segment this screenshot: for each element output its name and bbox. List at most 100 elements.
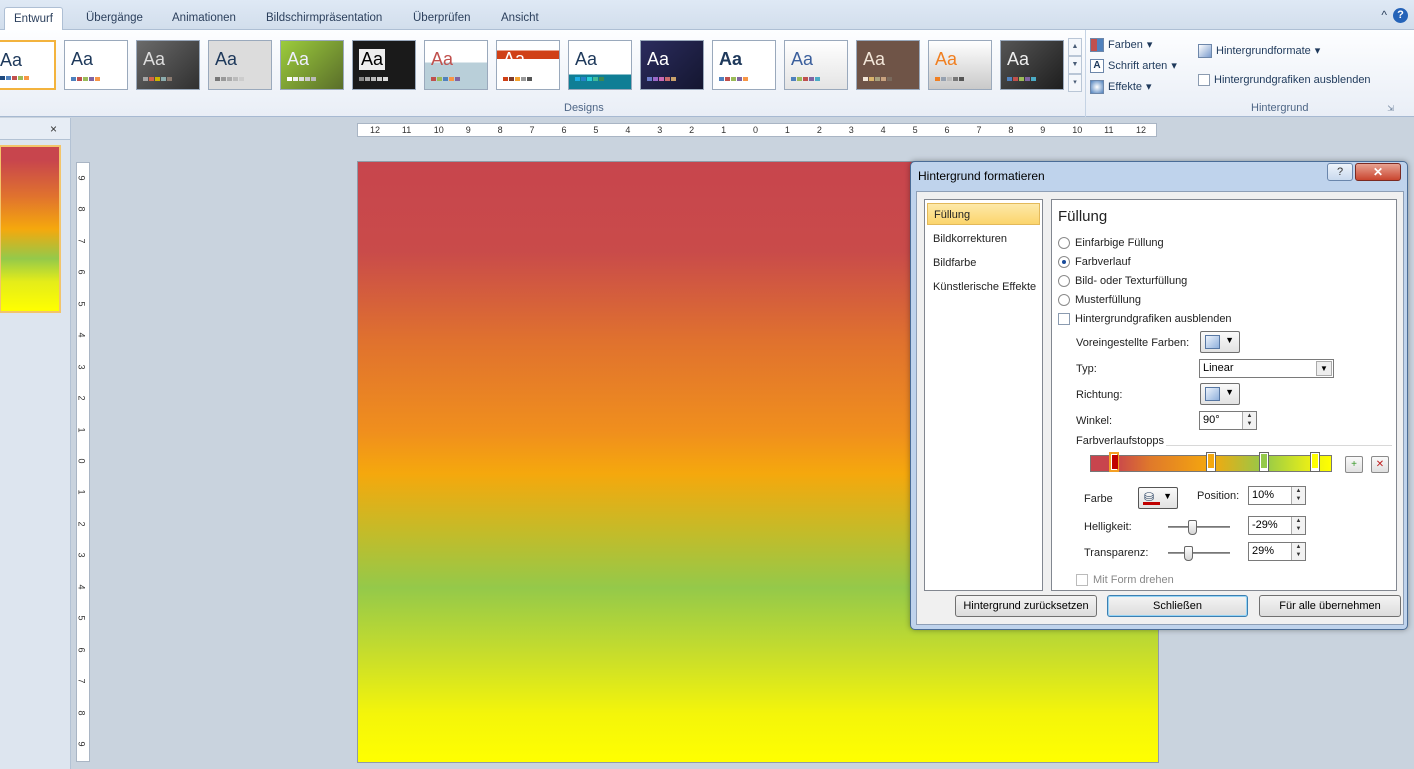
transparency-label: Transparenz: (1084, 547, 1149, 559)
theme-newsprint[interactable]: Aa (208, 40, 272, 90)
ruler-h-label: 4 (625, 125, 631, 135)
fonts-button[interactable]: A Schrift arten ▾ (1090, 55, 1177, 76)
option-pattern-fill[interactable]: Musterfüllung (1058, 294, 1141, 306)
theme-orange[interactable]: Aa (928, 40, 992, 90)
ruler-h-label: 7 (976, 125, 982, 135)
ruler-h-label: 11 (401, 125, 412, 135)
direction-dropdown[interactable]: ▼ (1200, 383, 1240, 405)
effects-button[interactable]: Effekte ▾ (1090, 76, 1177, 97)
ruler-h-label: 10 (433, 125, 444, 135)
theme-gray[interactable]: Aa (136, 40, 200, 90)
option-gradient-fill[interactable]: Farbverlauf (1058, 256, 1131, 268)
nav-bildkorrekturen[interactable]: Bildkorrekturen (927, 228, 1040, 250)
tab-ansicht[interactable]: Ansicht (492, 7, 548, 30)
fonts-icon: A (1090, 58, 1104, 73)
ruler-h-label: 6 (561, 125, 567, 135)
ruler-h-label: 3 (657, 125, 663, 135)
nav-bildfarbe[interactable]: Bildfarbe (927, 252, 1040, 274)
theme-office[interactable]: Aa (0, 40, 56, 90)
option-picture-fill[interactable]: Bild- oder Texturfüllung (1058, 275, 1187, 287)
dialog-launcher-icon[interactable]: ⇲ (1387, 104, 1394, 113)
theme-dark-blue[interactable]: Aa (640, 40, 704, 90)
apply-to-all-button[interactable]: Für alle übernehmen (1259, 595, 1401, 617)
hide-graphics-checkbox[interactable] (1198, 73, 1210, 86)
minimize-ribbon-icon[interactable]: ^ (1381, 8, 1387, 23)
angle-input[interactable]: 90° ▲ ▼ (1199, 411, 1257, 430)
slide-thumbnail[interactable] (0, 145, 61, 313)
colors-button[interactable]: Farben ▾ (1090, 34, 1177, 55)
background-formats-icon (1198, 43, 1212, 58)
theme-charcoal[interactable]: Aa (1000, 40, 1064, 90)
option-solid-fill[interactable]: Einfarbige Füllung (1058, 237, 1164, 249)
option-hide-graphics[interactable]: Hintergrundgrafiken ausblenden (1058, 313, 1232, 325)
ruler-v-label: 4 (76, 332, 87, 338)
ruler-v-label: 2 (76, 521, 87, 527)
theme-paper[interactable]: Aa (424, 40, 488, 90)
add-stop-icon[interactable]: + (1345, 456, 1363, 473)
angle-label: Winkel: (1076, 415, 1113, 427)
ruler-h-label: 0 (753, 125, 759, 135)
tab-animationen[interactable]: Animationen (163, 7, 245, 30)
hide-background-graphics[interactable]: Hintergrundgrafiken ausblenden (1198, 69, 1371, 90)
preset-colors-dropdown[interactable]: ▼ (1200, 331, 1240, 353)
tab-uebergaenge[interactable]: Übergänge (77, 7, 152, 30)
color-picker-button[interactable]: ⛁ ▼ (1138, 487, 1178, 509)
background-group: Hintergrundformate ▾ Hintergrundgrafiken … (1190, 30, 1414, 117)
theme-bold[interactable]: Aa (712, 40, 776, 90)
pane-header (0, 118, 70, 140)
ruler-h-label: 6 (944, 125, 950, 135)
brightness-slider-knob[interactable] (1187, 520, 1197, 535)
gallery-more-icon[interactable]: ▾ (1068, 74, 1082, 92)
gallery-up-icon[interactable]: ▲ (1068, 38, 1082, 56)
theme-teal[interactable]: Aa (568, 40, 632, 90)
ruler-h-label: 2 (816, 125, 822, 135)
tab-ueberpruefen[interactable]: Überprüfen (404, 7, 480, 30)
ruler-h-label: 9 (465, 125, 471, 135)
tab-bildschirmpraesentation[interactable]: Bildschirmpräsentation (257, 7, 391, 30)
brightness-slider[interactable] (1168, 520, 1230, 535)
ruler-v-label: 3 (76, 552, 87, 558)
dialog-help-icon[interactable]: ? (1327, 163, 1353, 181)
theme-black-frame[interactable]: Aa (352, 40, 416, 90)
close-pane-icon[interactable]: × (50, 122, 57, 136)
ruler-h-label: 1 (784, 125, 790, 135)
close-button[interactable]: Schließen (1107, 595, 1248, 617)
gallery-down-icon[interactable]: ▼ (1068, 56, 1082, 74)
gradient-stop-handle[interactable] (1259, 452, 1270, 472)
reset-background-button[interactable]: Hintergrund zurücksetzen (955, 595, 1097, 617)
gradient-stop-handle[interactable] (1109, 452, 1120, 472)
ruler-v-label: 6 (76, 647, 87, 653)
transparency-input[interactable]: 29% ▲ ▼ (1248, 542, 1306, 561)
position-input[interactable]: 10% ▲ ▼ (1248, 486, 1306, 505)
gradient-stop-handle[interactable] (1206, 452, 1216, 472)
nav-kuenstlerische-effekte[interactable]: Künstlerische Effekte (927, 276, 1040, 298)
theme-green[interactable]: Aa (280, 40, 344, 90)
theme-red-band[interactable]: Aa (496, 40, 560, 90)
ruler-v-label: 7 (76, 238, 87, 244)
ruler-v-label: 9 (76, 175, 87, 181)
transparency-slider[interactable] (1168, 546, 1230, 561)
background-formats-button[interactable]: Hintergrundformate ▾ (1198, 40, 1320, 61)
nav-fuellung[interactable]: Füllung (927, 203, 1040, 225)
theme-brown[interactable]: Aa (856, 40, 920, 90)
ruler-v-label: 1 (76, 489, 87, 495)
ruler-v-label: 5 (76, 301, 87, 307)
gradient-stops-label: Farbverlaufstopps (1076, 435, 1165, 447)
help-icon[interactable]: ? (1393, 8, 1408, 23)
type-select[interactable]: Linear ▼ (1199, 359, 1334, 378)
tab-entwurf[interactable]: Entwurf (4, 7, 63, 31)
ruler-h-label: 2 (689, 125, 695, 135)
ruler-v-label: 3 (76, 364, 87, 370)
transparency-slider-knob[interactable] (1184, 546, 1194, 561)
dialog-close-icon[interactable]: ✕ (1355, 163, 1401, 181)
fill-panel: Füllung Einfarbige Füllung Farbverlauf B… (1051, 199, 1397, 591)
preset-colors-label: Voreingestellte Farben: (1076, 337, 1190, 349)
theme-larissa[interactable]: Aa (64, 40, 128, 90)
gradient-stop-handle[interactable] (1310, 452, 1321, 472)
rotate-with-shape[interactable]: Mit Form drehen (1076, 574, 1174, 586)
remove-stop-icon[interactable]: ✕ (1371, 456, 1389, 473)
designs-group-label: Designs (564, 102, 604, 114)
brightness-input[interactable]: -29% ▲ ▼ (1248, 516, 1306, 535)
ruler-v-label: 2 (76, 395, 87, 401)
theme-light-blue[interactable]: Aa (784, 40, 848, 90)
